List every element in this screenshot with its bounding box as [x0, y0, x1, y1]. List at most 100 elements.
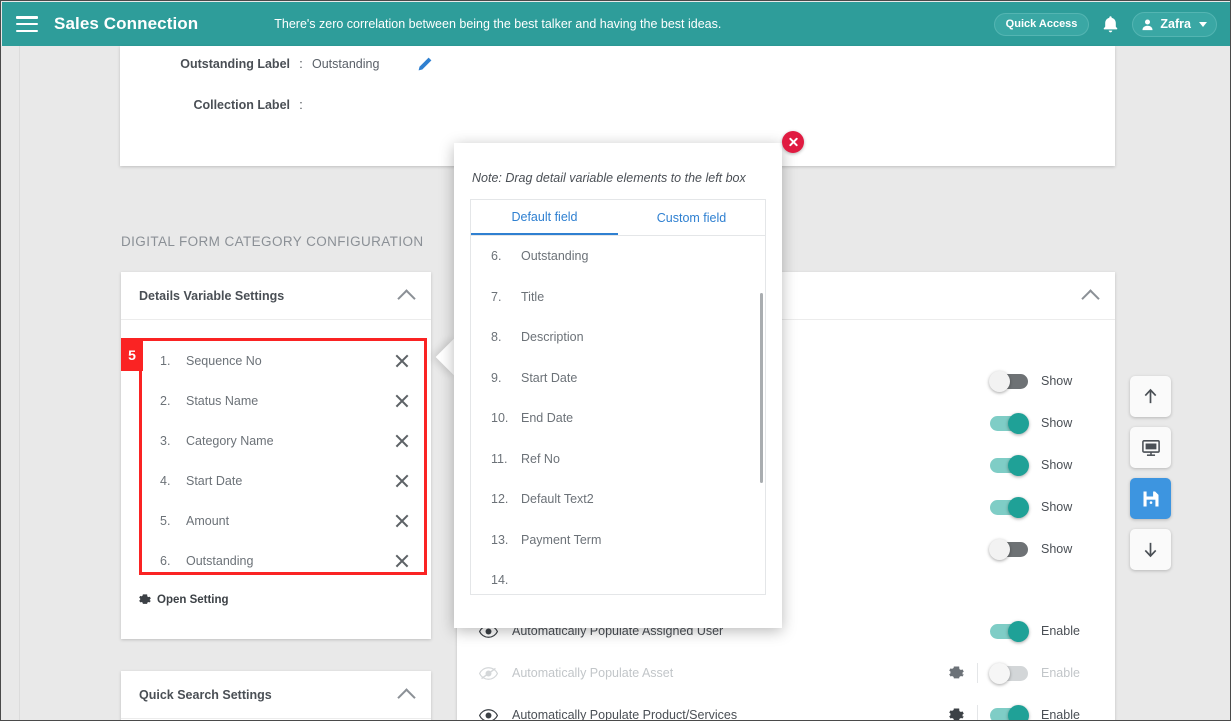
remove-variable-close-icon[interactable] — [394, 433, 410, 449]
show-toggle[interactable] — [989, 538, 1028, 560]
step-badge-5: 5 — [121, 338, 143, 371]
variable-number: 1. — [160, 354, 171, 368]
remove-variable-close-icon[interactable] — [394, 513, 410, 529]
option-label: Description — [521, 330, 584, 345]
tab-default-field[interactable]: Default field — [471, 200, 618, 235]
list-item[interactable]: 1. Sequence No — [142, 341, 424, 381]
variable-number: 5. — [160, 514, 171, 528]
list-item[interactable]: 8. Description — [471, 317, 765, 358]
details-panel-header: Details Variable Settings — [121, 272, 431, 320]
row-label: Automatically Populate Product/Services — [512, 708, 738, 721]
list-item[interactable]: 4. Start Date — [142, 461, 424, 501]
remove-variable-close-icon[interactable] — [394, 393, 410, 409]
option-label: Start Date — [521, 370, 578, 385]
user-menu[interactable]: Zafra — [1132, 11, 1217, 37]
variable-label: Sequence No — [186, 354, 262, 368]
show-toggle[interactable] — [990, 454, 1029, 476]
list-item[interactable]: 3. Category Name — [142, 421, 424, 461]
collection-label-key: Collection Label — [193, 98, 290, 112]
enable-toggle-label: Enable — [1041, 624, 1080, 638]
edit-outstanding-label-pencil-icon[interactable] — [417, 56, 433, 72]
collection-label-colon: : — [299, 98, 303, 112]
collection-label-row: Collection Label : — [140, 98, 417, 112]
show-toggle-label: Show — [1041, 374, 1073, 388]
preview-button[interactable] — [1130, 427, 1171, 468]
show-toggle[interactable] — [990, 496, 1029, 518]
option-label: Payment Term — [521, 532, 602, 547]
user-name-label: Zafra — [1160, 17, 1191, 31]
variable-label: Start Date — [186, 474, 243, 488]
variable-number: 2. — [160, 394, 171, 408]
left-rail — [2, 46, 20, 720]
details-panel-title: Details Variable Settings — [139, 288, 285, 303]
list-item[interactable]: 9. Start Date — [471, 358, 765, 399]
quick-search-panel-header: Quick Search Settings — [121, 671, 431, 719]
close-popup-button[interactable] — [782, 131, 804, 153]
list-item[interactable]: 6. Outstanding — [142, 541, 424, 581]
scroll-to-bottom-button[interactable] — [1130, 529, 1171, 570]
list-item[interactable]: 13. Payment Term — [471, 520, 765, 561]
tab-custom-field[interactable]: Custom field — [618, 200, 765, 235]
option-number: 13. — [491, 532, 509, 547]
header-actions: Quick Access Zafra — [993, 11, 1217, 37]
open-setting-button[interactable]: Open Setting — [139, 594, 229, 606]
enable-toggle[interactable] — [990, 620, 1029, 642]
gear-icon — [139, 594, 151, 604]
row-divider — [977, 663, 978, 683]
list-item[interactable]: 2. Status Name — [142, 381, 424, 421]
variable-label: Category Name — [186, 434, 274, 448]
show-toggle-label: Show — [1041, 542, 1073, 556]
list-item[interactable]: 14. — [471, 560, 765, 594]
row-settings-gear-icon[interactable] — [939, 708, 973, 721]
open-setting-label: Open Setting — [157, 594, 229, 606]
list-item[interactable]: 5. Amount — [142, 501, 424, 541]
collapse-form-options-panel-chevron-up-icon[interactable] — [1081, 288, 1100, 308]
enable-toggle[interactable] — [989, 662, 1028, 684]
option-label: Default Text2 — [521, 492, 594, 507]
option-label: Title — [521, 289, 545, 304]
variable-number: 3. — [160, 434, 171, 448]
list-item[interactable]: 6. Outstanding — [471, 236, 765, 277]
enable-toggle-label: Enable — [1041, 666, 1080, 680]
visibility-off-eye-icon[interactable] — [479, 666, 498, 680]
section-caption: DIGITAL FORM CATEGORY CONFIGURATION — [121, 234, 424, 249]
remove-variable-close-icon[interactable] — [394, 353, 410, 369]
row-settings-gear-icon[interactable] — [939, 666, 973, 681]
collapse-quick-search-panel-chevron-up-icon[interactable] — [397, 687, 416, 707]
row-divider — [977, 705, 978, 720]
row-label: Automatically Populate Asset — [512, 666, 674, 680]
quick-access-button[interactable]: Quick Access — [993, 12, 1090, 36]
show-toggle-label: Show — [1041, 458, 1073, 472]
show-toggle[interactable] — [990, 412, 1029, 434]
show-toggle[interactable] — [989, 370, 1028, 392]
notification-bell-icon[interactable] — [1102, 15, 1119, 34]
floating-action-rail — [1130, 376, 1171, 570]
list-item[interactable]: 7. Title — [471, 277, 765, 318]
monitor-icon — [1141, 439, 1160, 456]
hamburger-menu-icon[interactable] — [16, 16, 38, 32]
popup-option-list[interactable]: 6. Outstanding 7. Title 8. Description 9… — [471, 236, 765, 594]
collapse-details-panel-chevron-up-icon[interactable] — [397, 288, 416, 308]
list-item[interactable]: 12. Default Text2 — [471, 479, 765, 520]
enable-toggle[interactable] — [990, 704, 1029, 720]
variable-label: Outstanding — [186, 554, 254, 568]
outstanding-label-row: Outstanding Label : Outstanding — [140, 56, 433, 72]
remove-variable-close-icon[interactable] — [394, 473, 410, 489]
page-body: Outstanding Label : Outstanding Collecti… — [2, 46, 1230, 721]
remove-variable-close-icon[interactable] — [394, 553, 410, 569]
show-toggle-label: Show — [1041, 416, 1073, 430]
list-item[interactable]: 10. End Date — [471, 398, 765, 439]
visibility-eye-icon[interactable] — [479, 708, 498, 720]
option-label: End Date — [521, 411, 574, 426]
option-label: Ref No — [521, 451, 560, 466]
variable-label: Status Name — [186, 394, 259, 408]
app-brand-title: Sales Connection — [54, 14, 199, 33]
scroll-to-top-button[interactable] — [1130, 376, 1171, 417]
list-item[interactable]: 11. Ref No — [471, 439, 765, 480]
table-row: Automatically Populate Asset Enable — [457, 652, 1115, 694]
details-variable-list-highlight: 1. Sequence No 2. Status Name 3. Categor… — [139, 338, 427, 575]
save-button[interactable] — [1130, 478, 1171, 519]
arrow-up-icon — [1144, 388, 1157, 404]
popup-scrollbar[interactable] — [760, 293, 763, 483]
outstanding-label-colon: : — [299, 57, 303, 71]
